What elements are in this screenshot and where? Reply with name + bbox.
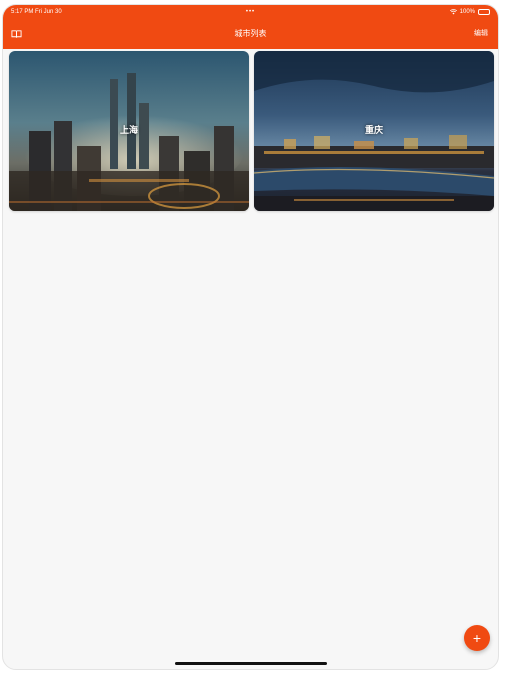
city-name: 重庆 — [364, 125, 383, 135]
wifi-icon — [449, 9, 457, 15]
city-grid: 上海 重庆 — [9, 51, 494, 211]
home-indicator[interactable] — [174, 662, 327, 665]
status-right: 100% — [449, 5, 490, 19]
nav-bar: 城市列表 编辑 — [3, 19, 498, 49]
page-title: 城市列表 — [234, 29, 267, 38]
edit-button[interactable]: 编辑 — [474, 19, 488, 49]
add-city-button[interactable]: + — [464, 625, 490, 651]
multitasking-dots[interactable]: ••• — [246, 5, 255, 19]
book-icon[interactable] — [11, 29, 22, 39]
city-name: 上海 — [119, 125, 138, 135]
battery-icon — [478, 9, 490, 15]
city-card-shanghai[interactable]: 上海 — [9, 51, 249, 211]
status-bar: 5:17 PM Fri Jun 30 ••• 100% — [3, 5, 498, 19]
battery-percent: 100% — [459, 9, 475, 15]
status-time-date: 5:17 PM Fri Jun 30 — [11, 9, 62, 15]
ipad-screen: 5:17 PM Fri Jun 30 ••• 100% 城市列表 编辑 上海 重… — [2, 4, 499, 670]
city-card-chongqing[interactable]: 重庆 — [254, 51, 494, 211]
